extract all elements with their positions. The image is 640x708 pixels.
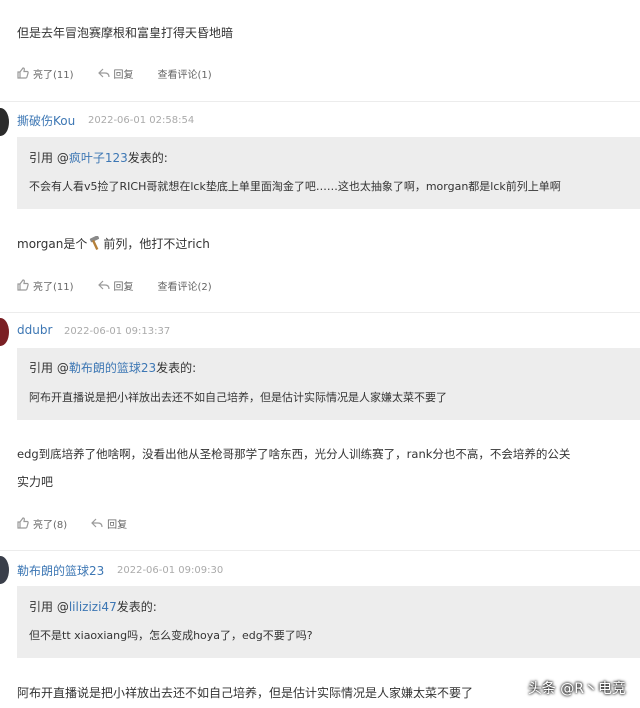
username[interactable]: 勒布朗的篮球23: [17, 562, 104, 579]
quote-block: 引用 @勒布朗的篮球23发表的: 阿布开直播说是把小祥放出去还不如自己培养，但是…: [17, 348, 640, 420]
quote-text: 阿布开直播说是把小祥放出去还不如自己培养，但是估计实际情况是人家嫌太菜不要了: [29, 391, 447, 404]
thumbs-up-icon: [17, 279, 29, 291]
timestamp: 2022-06-01 09:13:37: [64, 326, 171, 337]
hammer-emoji-icon: [87, 235, 103, 250]
thumbs-up-icon: [17, 67, 29, 79]
comment-actions: 亮了(11) 回复 查看评论(1): [17, 65, 236, 81]
reply-button[interactable]: 回复: [91, 516, 127, 531]
avatar[interactable]: [0, 108, 9, 136]
divider: [0, 312, 640, 313]
quote-user-link[interactable]: 勒布朗的篮球23: [69, 361, 156, 375]
quote-header: 引用 @lilizizi47发表的:: [29, 600, 157, 614]
timestamp: 2022-06-01 02:58:54: [88, 115, 195, 126]
reply-icon: [91, 518, 103, 528]
like-button[interactable]: 亮了(8): [17, 516, 67, 531]
comment-actions: 亮了(8) 回复: [17, 515, 151, 531]
quote-header: 引用 @勒布朗的篮球23发表的:: [29, 361, 197, 375]
divider: [0, 101, 640, 102]
avatar[interactable]: [0, 318, 9, 346]
like-button[interactable]: 亮了(11): [17, 278, 74, 293]
reply-label: 回复: [113, 69, 134, 81]
like-label: 亮了(11): [33, 281, 74, 293]
quote-user-link[interactable]: 疯叶子123: [69, 151, 128, 165]
reply-label: 回复: [107, 519, 128, 531]
quote-header: 引用 @疯叶子123发表的:: [29, 151, 168, 165]
divider: [0, 550, 640, 551]
username[interactable]: 撕破伤Kou: [17, 112, 75, 129]
quote-text: 不会有人看v5捡了RICH哥就想在lck垫底上单里面淘金了吧……这也太抽象了啊，…: [29, 180, 561, 193]
quote-text: 但不是tt xiaoxiang吗，怎么变成hoya了，edg不要了吗?: [29, 629, 313, 642]
comment-text: morgan是个 前列，他打不过rich: [17, 235, 210, 251]
comment-text: 阿布开直播说是把小祥放出去还不如自己培养，但是估计实际情况是人家嫌太菜不要了: [17, 686, 474, 700]
comment-text: 但是去年冒泡赛摩根和富皇打得天昏地暗: [17, 26, 234, 40]
like-button[interactable]: 亮了(11): [17, 66, 74, 81]
avatar[interactable]: [0, 556, 9, 584]
comment-text-line: 实力吧: [17, 475, 54, 489]
watermark: 头条 @R丶电竞: [527, 681, 626, 697]
reply-label: 回复: [113, 281, 134, 293]
quote-user-link[interactable]: lilizizi47: [69, 600, 117, 614]
reply-icon: [97, 280, 110, 290]
timestamp: 2022-06-01 09:09:30: [117, 565, 224, 576]
thumbs-up-icon: [17, 517, 29, 529]
reply-button[interactable]: 回复: [97, 66, 134, 81]
reply-button[interactable]: 回复: [97, 278, 134, 293]
like-label: 亮了(8): [33, 519, 68, 531]
username[interactable]: ddubr: [17, 323, 52, 337]
comment-actions: 亮了(11) 回复 查看评论(2): [17, 277, 236, 293]
view-comments-link[interactable]: 查看评论(2): [158, 278, 212, 293]
comment-text-line: edg到底培养了他啥啊，没看出他从圣枪哥那学了啥东西，光分人训练赛了，rank分…: [17, 447, 571, 461]
like-label: 亮了(11): [33, 69, 74, 81]
reply-icon: [97, 68, 110, 78]
quote-block: 引用 @lilizizi47发表的: 但不是tt xiaoxiang吗，怎么变成…: [17, 586, 640, 658]
quote-block: 引用 @疯叶子123发表的: 不会有人看v5捡了RICH哥就想在lck垫底上单里…: [17, 137, 640, 209]
view-comments-link[interactable]: 查看评论(1): [158, 66, 212, 81]
